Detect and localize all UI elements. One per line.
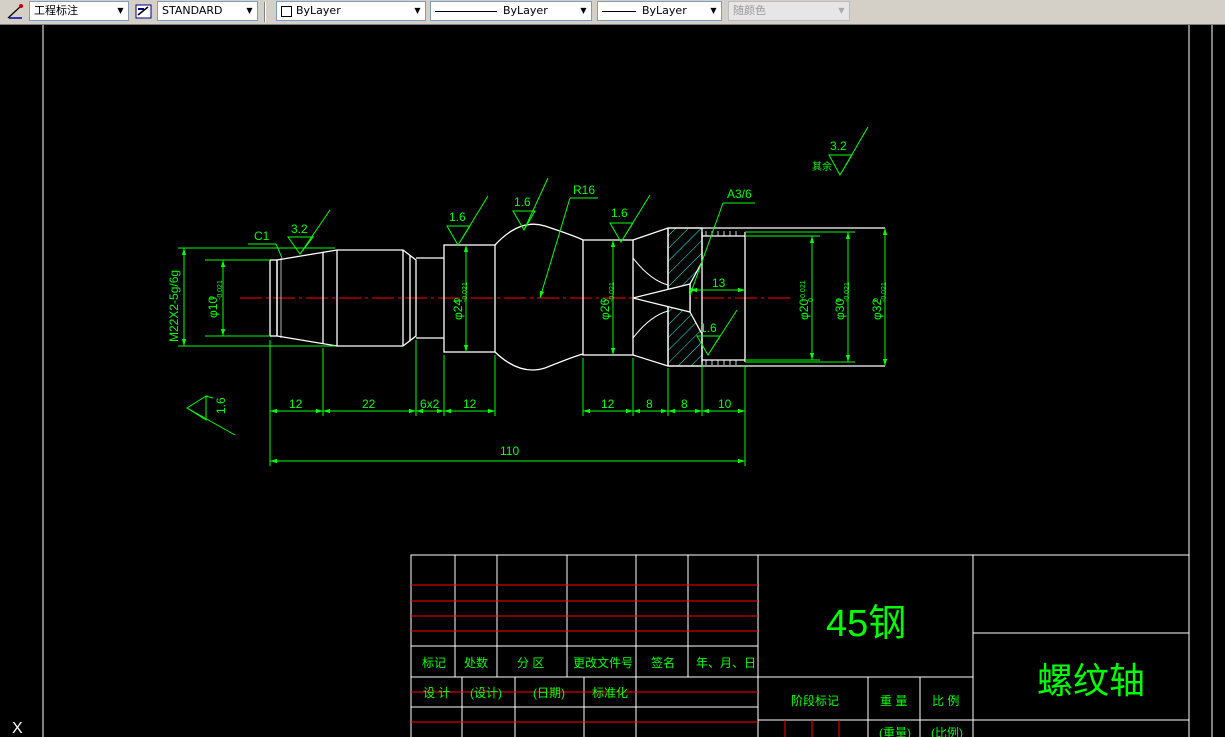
dim-label: 12 bbox=[601, 397, 615, 411]
part-name-label: 螺纹轴 bbox=[1037, 660, 1145, 701]
date-placeholder: (日期) bbox=[533, 686, 565, 700]
header-date: 年、月、日 bbox=[696, 656, 756, 670]
shaft-outline bbox=[269, 223, 885, 371]
scale-label: 比 例 bbox=[932, 694, 959, 708]
linetype-preview-icon bbox=[435, 10, 497, 12]
toolbar-separator bbox=[264, 2, 266, 22]
radius-label: R16 bbox=[573, 183, 595, 197]
drawing-frame bbox=[42, 25, 1213, 737]
thread-label: M22X2-5g/6g bbox=[167, 270, 181, 342]
plotstyle-control-select: 随颜色 ▼ bbox=[728, 1, 850, 21]
center-bore bbox=[632, 283, 691, 313]
dia-20-tol: +0.0210 bbox=[800, 280, 815, 302]
chevron-down-icon: ▼ bbox=[838, 6, 845, 15]
dim-13-label: 13 bbox=[712, 276, 726, 290]
roughness-label-d: 1.6 bbox=[700, 321, 717, 335]
design-label: 设 计 bbox=[423, 686, 450, 700]
header-sign: 签名 bbox=[651, 655, 675, 670]
header-doc: 更改文件号 bbox=[573, 655, 633, 670]
chamfer-label: C1 bbox=[254, 229, 270, 243]
drawing-canvas[interactable]: 3.2 其余 C1 3.2 1.6 1.6 R16 1.6 A3/6 1.6 1… bbox=[0, 25, 1225, 737]
text-style-select[interactable]: STANDARD ▼ bbox=[157, 1, 258, 21]
standardize-label: 标准化 bbox=[592, 686, 628, 700]
chevron-down-icon: ▼ bbox=[580, 6, 587, 15]
dia-32-tol: 0-0.021 bbox=[873, 282, 888, 302]
roughness-label-c: 1.6 bbox=[611, 206, 628, 220]
dia-10-tol: 0-0.021 bbox=[209, 280, 224, 300]
dia-24-tol: 0-0.021 bbox=[454, 282, 469, 302]
properties-toolbar: 工程标注 ▼ STANDARD ▼ ByLayer ▼ ByLayer ▼ By… bbox=[0, 0, 1225, 25]
dim-label: 10 bbox=[718, 397, 732, 411]
lineweight-preview-icon bbox=[602, 10, 636, 12]
dia-26-tol: 0-0.021 bbox=[601, 282, 616, 302]
dim-label: 6x2 bbox=[420, 397, 440, 411]
dim-label: 8 bbox=[681, 397, 688, 411]
chevron-down-icon: ▼ bbox=[414, 6, 421, 15]
lineweight-control-select[interactable]: ByLayer ▼ bbox=[597, 1, 722, 21]
weight-placeholder: (重量) bbox=[879, 726, 911, 737]
dimension-style-select[interactable]: 工程标注 ▼ bbox=[29, 1, 129, 21]
roughness-label-b: 1.6 bbox=[514, 195, 531, 209]
ucs-axis-x: X bbox=[12, 720, 23, 737]
material-label: 45钢 bbox=[826, 603, 906, 645]
color-swatch-icon bbox=[281, 5, 292, 17]
roughness-left-label: 1.6 bbox=[214, 397, 228, 414]
roughness-label-a: 1.6 bbox=[449, 210, 466, 224]
chevron-down-icon: ▼ bbox=[710, 6, 717, 15]
dim-label: 12 bbox=[289, 397, 303, 411]
dimension-lines bbox=[178, 126, 888, 466]
header-mark: 标记 bbox=[422, 656, 446, 670]
dia-30-tol: 0-0.021 bbox=[836, 282, 851, 302]
design-placeholder: (设计) bbox=[470, 686, 502, 700]
dim-total-label: 110 bbox=[500, 444, 519, 458]
color-control-select[interactable]: ByLayer ▼ bbox=[276, 1, 426, 21]
linetype-control-select[interactable]: ByLayer ▼ bbox=[430, 1, 592, 21]
surface-finish-note: 其余 bbox=[812, 160, 832, 173]
text-style-icon[interactable] bbox=[135, 3, 153, 20]
title-block: 标记 处数 分 区 更改文件号 签名 年、月、日 设 计 (设计) (日期) 标… bbox=[410, 554, 1190, 737]
dim-label: 12 bbox=[463, 397, 477, 411]
dim-label: 8 bbox=[646, 397, 653, 411]
weight-label: 重 量 bbox=[880, 694, 907, 708]
dimension-style-icon[interactable] bbox=[6, 3, 24, 20]
header-zone: 分 区 bbox=[517, 656, 544, 670]
scale-placeholder: (比例) bbox=[931, 726, 963, 737]
surface-finish-label: 3.2 bbox=[830, 139, 847, 153]
center-hole-label: A3/6 bbox=[727, 187, 752, 201]
roughness-c1-label: 3.2 bbox=[291, 222, 308, 236]
chevron-down-icon: ▼ bbox=[117, 6, 124, 15]
chevron-down-icon: ▼ bbox=[246, 6, 253, 15]
stage-mark-label: 阶段标记 bbox=[791, 693, 839, 708]
header-count: 处数 bbox=[464, 655, 488, 670]
dim-label: 22 bbox=[362, 397, 376, 411]
